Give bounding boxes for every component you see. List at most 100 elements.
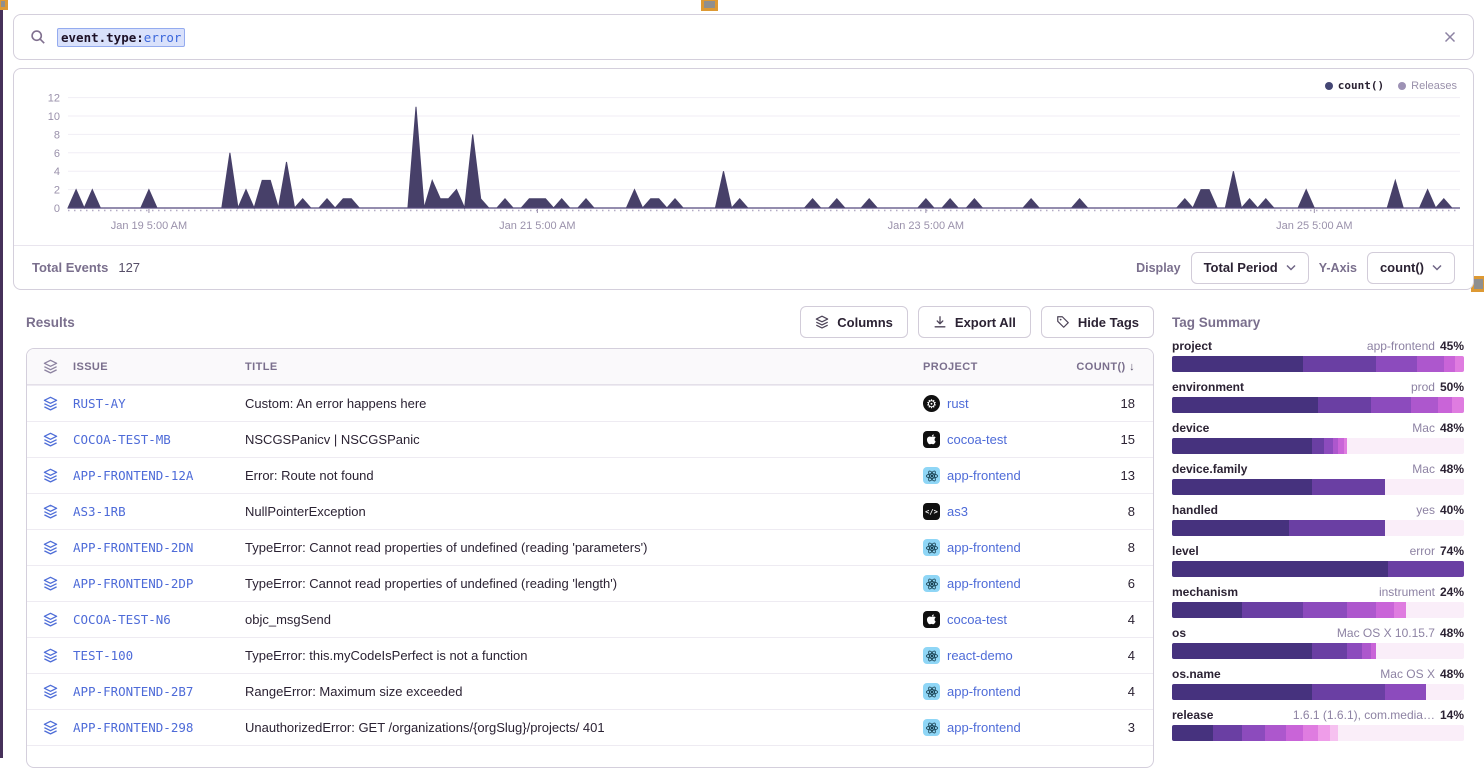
column-header-count[interactable]: COUNT() ↓ <box>1061 361 1153 373</box>
display-label: Display <box>1136 261 1180 275</box>
export-all-button[interactable]: Export All <box>918 306 1031 338</box>
project-link[interactable]: app-frontend <box>947 720 1021 735</box>
project-link[interactable]: as3 <box>947 504 968 519</box>
project-link[interactable]: app-frontend <box>947 684 1021 699</box>
table-row[interactable]: TEST-100 TypeError: this.myCodeIsPerfect… <box>27 637 1153 673</box>
project-link[interactable]: cocoa-test <box>947 432 1007 447</box>
tag-distribution-bar[interactable] <box>1172 520 1464 536</box>
column-header-issue[interactable]: ISSUE <box>73 361 245 373</box>
project-link[interactable]: rust <box>947 396 969 411</box>
issue-title: Custom: An error happens here <box>245 396 923 411</box>
hide-tags-button[interactable]: Hide Tags <box>1041 306 1154 338</box>
tag-icon <box>1056 315 1070 329</box>
legend-item-count[interactable]: count() <box>1325 79 1384 92</box>
tag-distribution-bar[interactable] <box>1172 479 1464 495</box>
issue-short-id-link[interactable]: APP-FRONTEND-298 <box>73 720 193 735</box>
tag-summary-entry[interactable]: os Mac OS X 10.15.7 48% <box>1172 626 1464 659</box>
issue-short-id-link[interactable]: TEST-100 <box>73 648 133 663</box>
tag-bar-segment <box>1312 684 1385 700</box>
issue-short-id-link[interactable]: COCOA-TEST-N6 <box>73 612 171 627</box>
table-row[interactable]: APP-FRONTEND-2DP TypeError: Cannot read … <box>27 565 1153 601</box>
project-link[interactable]: app-frontend <box>947 468 1021 483</box>
tag-summary-entry[interactable]: level error 74% <box>1172 544 1464 577</box>
tag-distribution-bar[interactable] <box>1172 356 1464 372</box>
tag-summary-entry[interactable]: project app-frontend 45% <box>1172 339 1464 372</box>
issue-short-id-link[interactable]: APP-FRONTEND-12A <box>73 468 193 483</box>
react-platform-icon <box>923 719 940 736</box>
tag-bar-remainder <box>1347 438 1464 454</box>
react-platform-icon <box>923 539 940 556</box>
tag-bar-remainder <box>1338 725 1464 741</box>
column-header-title[interactable]: TITLE <box>245 361 923 373</box>
search-query-value: error <box>144 30 182 45</box>
tag-bar-segment <box>1286 725 1304 741</box>
issue-short-id-link[interactable]: APP-FRONTEND-2B7 <box>73 684 193 699</box>
tag-bar-segment <box>1172 356 1303 372</box>
table-row[interactable]: RUST-AY Custom: An error happens here ⚙ … <box>27 385 1153 421</box>
tag-distribution-bar[interactable] <box>1172 602 1464 618</box>
table-row[interactable]: APP-FRONTEND-2DN TypeError: Cannot read … <box>27 529 1153 565</box>
display-dropdown[interactable]: Total Period <box>1191 252 1309 284</box>
tag-summary-entry[interactable]: device.family Mac 48% <box>1172 462 1464 495</box>
results-toolbar: Results Columns Expo <box>26 305 1154 339</box>
tag-top-percent: 24% <box>1440 585 1464 599</box>
table-row-partial <box>27 745 1153 767</box>
table-row[interactable]: APP-FRONTEND-12A Error: Route not found … <box>27 457 1153 493</box>
table-row[interactable]: APP-FRONTEND-298 UnauthorizedError: GET … <box>27 709 1153 745</box>
tag-summary-entry[interactable]: device Mac 48% <box>1172 421 1464 454</box>
tag-bar-segment <box>1376 602 1394 618</box>
search-bar[interactable]: event.type:error <box>13 14 1474 60</box>
issue-stack-icon <box>27 612 73 627</box>
tag-bar-segment <box>1172 397 1318 413</box>
sort-desc-arrow: ↓ <box>1129 361 1135 373</box>
tag-distribution-bar[interactable] <box>1172 725 1464 741</box>
svg-text:10: 10 <box>48 111 60 123</box>
tag-distribution-bar[interactable] <box>1172 561 1464 577</box>
table-row[interactable]: COCOA-TEST-N6 objc_msgSend cocoa-test 4 <box>27 601 1153 637</box>
tag-bar-segment <box>1417 356 1443 372</box>
table-row[interactable]: APP-FRONTEND-2B7 RangeError: Maximum siz… <box>27 673 1153 709</box>
column-header-project[interactable]: PROJECT <box>923 361 1061 373</box>
columns-button[interactable]: Columns <box>800 306 908 338</box>
issue-short-id-link[interactable]: COCOA-TEST-MB <box>73 432 171 447</box>
project-link[interactable]: cocoa-test <box>947 612 1007 627</box>
issue-short-id-link[interactable]: AS3-1RB <box>73 504 126 519</box>
tag-top-value: instrument <box>1379 585 1435 599</box>
issue-short-id-link[interactable]: APP-FRONTEND-2DP <box>73 576 193 591</box>
svg-text:4: 4 <box>54 166 60 178</box>
tag-bar-segment <box>1242 602 1303 618</box>
tag-summary-entry[interactable]: handled yes 40% <box>1172 503 1464 536</box>
tag-top-percent: 40% <box>1440 503 1464 517</box>
issue-short-id-link[interactable]: RUST-AY <box>73 396 126 411</box>
tag-distribution-bar[interactable] <box>1172 684 1464 700</box>
tag-name: device.family <box>1172 462 1247 476</box>
issue-stack-icon <box>27 504 73 519</box>
table-row[interactable]: AS3-1RB NullPointerException </> as3 8 <box>27 493 1153 529</box>
legend-item-releases[interactable]: Releases <box>1398 80 1457 92</box>
table-row[interactable]: COCOA-TEST-MB NSCGSPanicv | NSCGSPanic c… <box>27 421 1153 457</box>
tag-distribution-bar[interactable] <box>1172 397 1464 413</box>
y-axis-dropdown[interactable]: count() <box>1367 252 1455 284</box>
tag-bar-segment <box>1330 725 1339 741</box>
issue-title: RangeError: Maximum size exceeded <box>245 684 923 699</box>
search-query-token[interactable]: event.type:error <box>57 28 185 47</box>
tag-bar-segment <box>1347 643 1362 659</box>
tag-summary-entry[interactable]: release 1.6.1 (1.6.1), com.media… 14% <box>1172 708 1464 741</box>
project-link[interactable]: app-frontend <box>947 576 1021 591</box>
tag-top-value: Mac OS X 10.15.7 <box>1337 626 1435 640</box>
tag-bar-segment <box>1172 602 1242 618</box>
events-area-chart[interactable]: 024681012Jan 19 5:00 AMJan 21 5:00 AMJan… <box>18 73 1470 245</box>
tag-name: environment <box>1172 380 1244 394</box>
tag-distribution-bar[interactable] <box>1172 643 1464 659</box>
tag-distribution-bar[interactable] <box>1172 438 1464 454</box>
tag-summary-entry[interactable]: environment prod 50% <box>1172 380 1464 413</box>
tag-summary-entry[interactable]: mechanism instrument 24% <box>1172 585 1464 618</box>
project-link[interactable]: app-frontend <box>947 540 1021 555</box>
tag-bar-segment <box>1385 684 1426 700</box>
event-count: 15 <box>1061 432 1153 447</box>
issue-short-id-link[interactable]: APP-FRONTEND-2DN <box>73 540 193 555</box>
close-icon[interactable] <box>1443 30 1457 44</box>
tag-summary-entry[interactable]: os.name Mac OS X 48% <box>1172 667 1464 700</box>
apple-platform-icon <box>923 611 940 628</box>
project-link[interactable]: react-demo <box>947 648 1013 663</box>
